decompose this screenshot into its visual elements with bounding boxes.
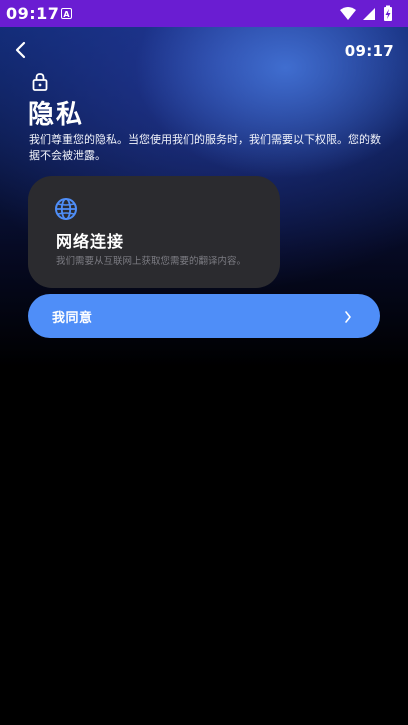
agree-button-label: 我同意	[52, 311, 93, 326]
page-title: 隐私	[28, 100, 85, 130]
status-bar: 09:17 A	[0, 0, 408, 27]
card-title: 网络连接	[56, 232, 125, 251]
chevron-left-icon[interactable]	[12, 40, 30, 60]
chevron-right-icon	[344, 309, 352, 323]
card-description: 我们需要从互联网上获取您需要的翻译内容。	[56, 256, 247, 267]
signal-icon	[363, 8, 375, 20]
lock-icon	[32, 72, 48, 91]
keyboard-indicator-icon: A	[61, 8, 72, 19]
privacy-screen: 09:17 A 09:17 隐私 我们尊重您的隐私。当您使用我们的服务时，我们需…	[0, 0, 408, 725]
globe-icon	[54, 197, 78, 221]
privacy-description: 我们尊重您的隐私。当您使用我们的服务时，我们需要以下权限。您的数据不会被泄露。	[29, 133, 381, 162]
status-icons	[338, 5, 400, 22]
wifi-icon	[340, 7, 356, 20]
header-clock: 09:17	[344, 42, 394, 60]
battery-charging-icon	[384, 5, 392, 21]
network-permission-card: 网络连接 我们需要从互联网上获取您需要的翻译内容。	[28, 176, 280, 288]
status-time: 09:17	[6, 4, 60, 23]
agree-button[interactable]: 我同意	[28, 294, 380, 338]
